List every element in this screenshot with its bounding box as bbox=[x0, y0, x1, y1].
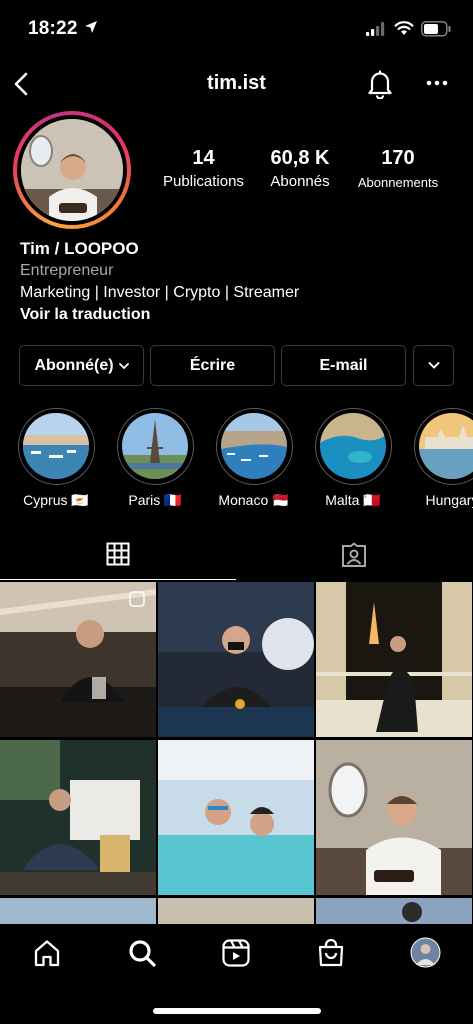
tab-tagged[interactable] bbox=[236, 530, 473, 580]
search-icon[interactable] bbox=[127, 938, 157, 973]
profile-avatar[interactable] bbox=[410, 937, 441, 973]
following-button-label: Abonné(e) bbox=[34, 356, 114, 374]
location-arrow-icon bbox=[84, 20, 98, 39]
post-thumbnail[interactable] bbox=[0, 582, 156, 737]
stat-label: Abonnements bbox=[357, 175, 439, 190]
post-thumbnail[interactable] bbox=[158, 582, 314, 737]
post-thumbnail[interactable] bbox=[158, 898, 314, 924]
more-icon[interactable] bbox=[426, 74, 448, 92]
stat-value: 60,8 K bbox=[270, 147, 330, 169]
stat-label: Abonnés bbox=[270, 173, 330, 190]
status-time: 18:22 bbox=[28, 18, 78, 39]
profile-username: tim.ist bbox=[207, 72, 266, 94]
reels-icon[interactable] bbox=[221, 938, 251, 973]
highlight-cover bbox=[418, 413, 473, 479]
status-bar: 18:22 bbox=[0, 0, 473, 60]
highlight-monaco[interactable]: Monaco 🇲🇨 bbox=[214, 408, 294, 509]
post-thumbnail[interactable] bbox=[158, 740, 314, 895]
home-indicator bbox=[153, 1008, 321, 1014]
message-button[interactable]: Écrire bbox=[150, 345, 275, 386]
tagged-icon bbox=[341, 542, 367, 573]
shop-icon[interactable] bbox=[316, 938, 346, 973]
avatar bbox=[21, 119, 123, 221]
suggested-accounts-button[interactable] bbox=[413, 345, 454, 386]
highlight-ring bbox=[17, 408, 95, 485]
stat-value: 14 bbox=[192, 147, 215, 169]
stat-publications[interactable]: 14 Publications bbox=[156, 147, 251, 190]
profile-stats: 14 Publications 60,8 K Abonnés 170 Abonn… bbox=[150, 147, 460, 193]
following-button[interactable]: Abonné(e) bbox=[19, 345, 144, 386]
highlight-cover bbox=[220, 413, 287, 479]
highlight-cyprus[interactable]: Cyprus 🇨🇾 bbox=[16, 408, 96, 509]
avatar-border bbox=[17, 115, 127, 225]
highlight-cover bbox=[22, 413, 89, 479]
bell-icon[interactable] bbox=[366, 69, 394, 104]
highlight-label: Cyprus 🇨🇾 bbox=[23, 492, 89, 508]
highlight-cover bbox=[121, 413, 188, 479]
wifi-icon bbox=[394, 20, 414, 41]
email-button[interactable]: E-mail bbox=[281, 345, 406, 386]
highlight-label: Malta 🇲🇹 bbox=[325, 492, 381, 508]
profile-bio: Tim / LOOPOO Entrepreneur Marketing | In… bbox=[20, 239, 460, 328]
profile-nav-bar: tim.ist bbox=[0, 62, 473, 106]
active-tab-indicator bbox=[0, 578, 236, 580]
highlight-malta[interactable]: Malta 🇲🇹 bbox=[313, 408, 393, 509]
battery-icon bbox=[421, 21, 451, 42]
post-thumbnail[interactable] bbox=[316, 740, 472, 895]
highlight-label: Hungary bbox=[425, 492, 473, 508]
posts-grid bbox=[0, 582, 473, 924]
tab-posts-grid[interactable] bbox=[0, 530, 236, 580]
chevron-down-icon bbox=[428, 357, 440, 375]
highlight-cover bbox=[319, 413, 386, 479]
chevron-down-icon bbox=[118, 357, 129, 375]
highlight-label: Paris 🇫🇷 bbox=[128, 492, 182, 508]
highlight-paris[interactable]: Paris 🇫🇷 bbox=[115, 408, 195, 509]
profile-bio-text: Marketing | Investor | Crypto | Streamer bbox=[20, 284, 300, 301]
stat-label: Publications bbox=[163, 173, 244, 190]
grid-icon bbox=[106, 542, 130, 571]
post-thumbnail[interactable] bbox=[0, 898, 156, 924]
post-thumbnail[interactable] bbox=[316, 898, 472, 924]
email-button-label: E-mail bbox=[319, 356, 368, 374]
stat-value: 170 bbox=[381, 147, 415, 169]
profile-tabs bbox=[0, 530, 473, 580]
see-translation-link[interactable]: Voir la traduction bbox=[20, 306, 460, 328]
highlight-ring bbox=[314, 408, 392, 485]
highlight-hungary[interactable]: Hungary bbox=[412, 408, 473, 508]
profile-display-name: Tim / LOOPOO bbox=[20, 239, 139, 258]
home-icon[interactable] bbox=[32, 938, 62, 973]
stat-following[interactable]: 170 Abonnements bbox=[348, 147, 448, 190]
message-button-label: Écrire bbox=[189, 356, 236, 374]
post-thumbnail[interactable] bbox=[316, 582, 472, 737]
profile-avatar-story-ring[interactable] bbox=[13, 111, 131, 229]
signal-icon bbox=[366, 22, 386, 41]
highlight-ring bbox=[413, 408, 473, 485]
highlight-ring bbox=[215, 408, 293, 485]
post-thumbnail[interactable] bbox=[0, 740, 156, 895]
profile-category: Entrepreneur bbox=[20, 262, 114, 279]
stat-followers[interactable]: 60,8 K Abonnés bbox=[258, 147, 342, 190]
highlight-label: Monaco 🇲🇨 bbox=[218, 492, 290, 508]
highlight-ring bbox=[116, 408, 194, 485]
